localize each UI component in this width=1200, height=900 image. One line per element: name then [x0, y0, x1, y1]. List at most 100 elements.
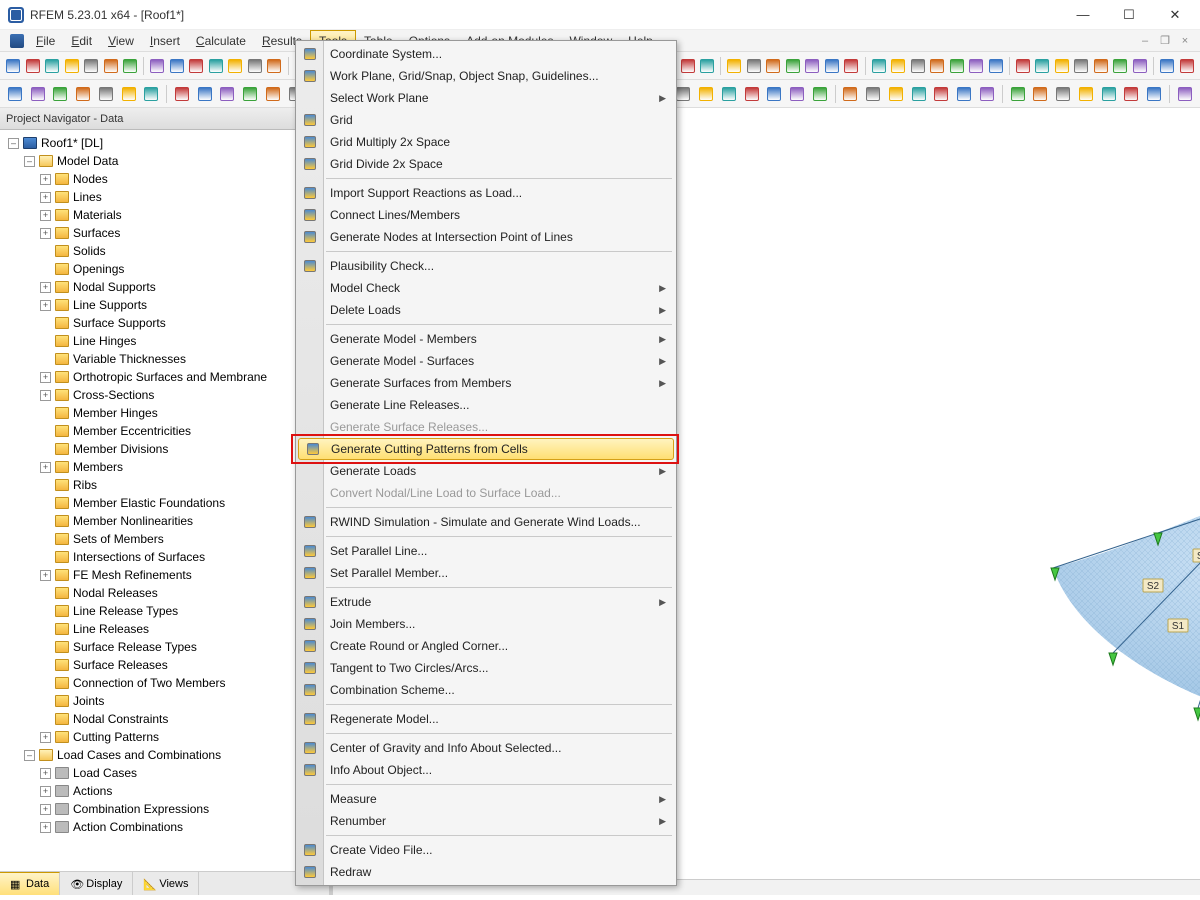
maximize-button[interactable]: ☐	[1106, 0, 1152, 30]
expand-icon[interactable]: +	[40, 822, 51, 833]
toolbar-button[interactable]	[82, 55, 100, 77]
toolbar-button[interactable]	[148, 55, 166, 77]
tree-item-line-releases[interactable]: Line Releases	[2, 620, 327, 638]
toolbar-button[interactable]	[118, 83, 140, 105]
menu-item-insert[interactable]: Insert	[142, 30, 188, 51]
toolbar-button[interactable]	[842, 55, 860, 77]
menu-item-generate-surfaces-from-members[interactable]: Generate Surfaces from Members▶	[296, 372, 676, 394]
toolbar-button[interactable]	[976, 83, 998, 105]
toolbar-button[interactable]	[678, 55, 696, 77]
toolbar-button[interactable]	[1053, 55, 1071, 77]
mdi-restore-icon[interactable]: ❐	[1158, 34, 1172, 48]
tree-item-cross-sections[interactable]: +Cross-Sections	[2, 386, 327, 404]
toolbar-button[interactable]	[1098, 83, 1120, 105]
toolbar-button[interactable]	[718, 83, 740, 105]
expand-icon[interactable]: +	[40, 372, 51, 383]
toolbar-button[interactable]	[931, 83, 953, 105]
menu-item-set-parallel-line-[interactable]: Set Parallel Line...	[296, 540, 676, 562]
toolbar-button[interactable]	[207, 55, 225, 77]
expand-icon[interactable]: +	[40, 804, 51, 815]
toolbar-button[interactable]	[885, 83, 907, 105]
expand-icon[interactable]: +	[40, 570, 51, 581]
expand-icon[interactable]: +	[40, 192, 51, 203]
toolbar-button[interactable]	[1111, 55, 1129, 77]
tree-item-ribs[interactable]: Ribs	[2, 476, 327, 494]
menu-item-work-plane-grid-snap-object-snap-guidelines-[interactable]: Work Plane, Grid/Snap, Object Snap, Guid…	[296, 65, 676, 87]
expand-icon[interactable]: +	[40, 282, 51, 293]
toolbar-button[interactable]	[226, 55, 244, 77]
tree-item-actions[interactable]: +Actions	[2, 782, 327, 800]
toolbar-button[interactable]	[1131, 55, 1149, 77]
toolbar-button[interactable]	[27, 83, 49, 105]
navigator-tree[interactable]: –Roof1* [DL]–Model Data+Nodes+Lines+Mate…	[0, 130, 329, 871]
tree-item-surface-release-types[interactable]: Surface Release Types	[2, 638, 327, 656]
menu-item-generate-model-surfaces[interactable]: Generate Model - Surfaces▶	[296, 350, 676, 372]
menu-item-grid-divide-x-space[interactable]: Grid Divide 2x Space	[296, 153, 676, 175]
menu-item-generate-line-releases-[interactable]: Generate Line Releases...	[296, 394, 676, 416]
menu-item-generate-cutting-patterns-from-cells[interactable]: Generate Cutting Patterns from Cells	[298, 438, 674, 460]
menu-item-edit[interactable]: Edit	[63, 30, 100, 51]
menu-item-grid-multiply-x-space[interactable]: Grid Multiply 2x Space	[296, 131, 676, 153]
tree-item-member-divisions[interactable]: Member Divisions	[2, 440, 327, 458]
tree-item-fe-mesh-refinements[interactable]: +FE Mesh Refinements	[2, 566, 327, 584]
toolbar-button[interactable]	[889, 55, 907, 77]
tree-item-member-hinges[interactable]: Member Hinges	[2, 404, 327, 422]
toolbar-button[interactable]	[1158, 55, 1176, 77]
tree-item-members[interactable]: +Members	[2, 458, 327, 476]
navigator-tab-views[interactable]: 📐Views	[133, 872, 199, 895]
toolbar-button[interactable]	[23, 55, 41, 77]
toolbar-button[interactable]	[1143, 83, 1165, 105]
expand-icon[interactable]: +	[40, 210, 51, 221]
tree-item-materials[interactable]: +Materials	[2, 206, 327, 224]
toolbar-button[interactable]	[43, 55, 61, 77]
tree-item-solids[interactable]: Solids	[2, 242, 327, 260]
menu-item-import-support-reactions-as-load-[interactable]: Import Support Reactions as Load...	[296, 182, 676, 204]
toolbar-button[interactable]	[265, 55, 283, 77]
tree-item-openings[interactable]: Openings	[2, 260, 327, 278]
tree-item-line-release-types[interactable]: Line Release Types	[2, 602, 327, 620]
tree-item-joints[interactable]: Joints	[2, 692, 327, 710]
toolbar-button[interactable]	[947, 55, 965, 77]
expand-icon[interactable]: +	[40, 786, 51, 797]
toolbar-button[interactable]	[101, 55, 119, 77]
tree-item-surfaces[interactable]: +Surfaces	[2, 224, 327, 242]
toolbar-button[interactable]	[262, 83, 284, 105]
tree-item-variable-thicknesses[interactable]: Variable Thicknesses	[2, 350, 327, 368]
toolbar-button[interactable]	[1177, 55, 1195, 77]
menu-item-plausibility-check-[interactable]: Plausibility Check...	[296, 255, 676, 277]
toolbar-button[interactable]	[62, 55, 80, 77]
toolbar-button[interactable]	[95, 83, 117, 105]
menu-item-renumber[interactable]: Renumber▶	[296, 810, 676, 832]
tree-item-action-combinations[interactable]: +Action Combinations	[2, 818, 327, 836]
menu-item-grid[interactable]: Grid	[296, 109, 676, 131]
toolbar-button[interactable]	[763, 83, 785, 105]
toolbar-button[interactable]	[4, 83, 26, 105]
toolbar-button[interactable]	[695, 83, 717, 105]
toolbar-button[interactable]	[1092, 55, 1110, 77]
expand-icon[interactable]: +	[40, 390, 51, 401]
toolbar-button[interactable]	[72, 83, 94, 105]
menu-item-rwind-simulation-simulate-and-generate-wind-loads-[interactable]: RWIND Simulation - Simulate and Generate…	[296, 511, 676, 533]
toolbar-button[interactable]	[1007, 83, 1029, 105]
toolbar-button[interactable]	[698, 55, 716, 77]
menu-item-calculate[interactable]: Calculate	[188, 30, 254, 51]
menu-item-select-work-plane[interactable]: Select Work Plane▶	[296, 87, 676, 109]
toolbar-button[interactable]	[928, 55, 946, 77]
expand-icon[interactable]: +	[40, 300, 51, 311]
tree-item-member-nonlinearities[interactable]: Member Nonlinearities	[2, 512, 327, 530]
tree-item-intersections-of-surfaces[interactable]: Intersections of Surfaces	[2, 548, 327, 566]
expand-icon[interactable]: +	[40, 228, 51, 239]
tree-item-connection-of-two-members[interactable]: Connection of Two Members	[2, 674, 327, 692]
tree-item-member-eccentricities[interactable]: Member Eccentricities	[2, 422, 327, 440]
tree-item-nodes[interactable]: +Nodes	[2, 170, 327, 188]
minimize-button[interactable]: —	[1060, 0, 1106, 30]
menu-item-generate-model-members[interactable]: Generate Model - Members▶	[296, 328, 676, 350]
tree-item-nodal-constraints[interactable]: Nodal Constraints	[2, 710, 327, 728]
toolbar-button[interactable]	[1075, 83, 1097, 105]
menu-item-center-of-gravity-and-info-about-selected-[interactable]: Center of Gravity and Info About Selecte…	[296, 737, 676, 759]
collapse-icon[interactable]: –	[24, 750, 35, 761]
toolbar-button[interactable]	[986, 55, 1004, 77]
tree-item-member-elastic-foundations[interactable]: Member Elastic Foundations	[2, 494, 327, 512]
tree-item-line-supports[interactable]: +Line Supports	[2, 296, 327, 314]
close-button[interactable]: ✕	[1152, 0, 1198, 30]
